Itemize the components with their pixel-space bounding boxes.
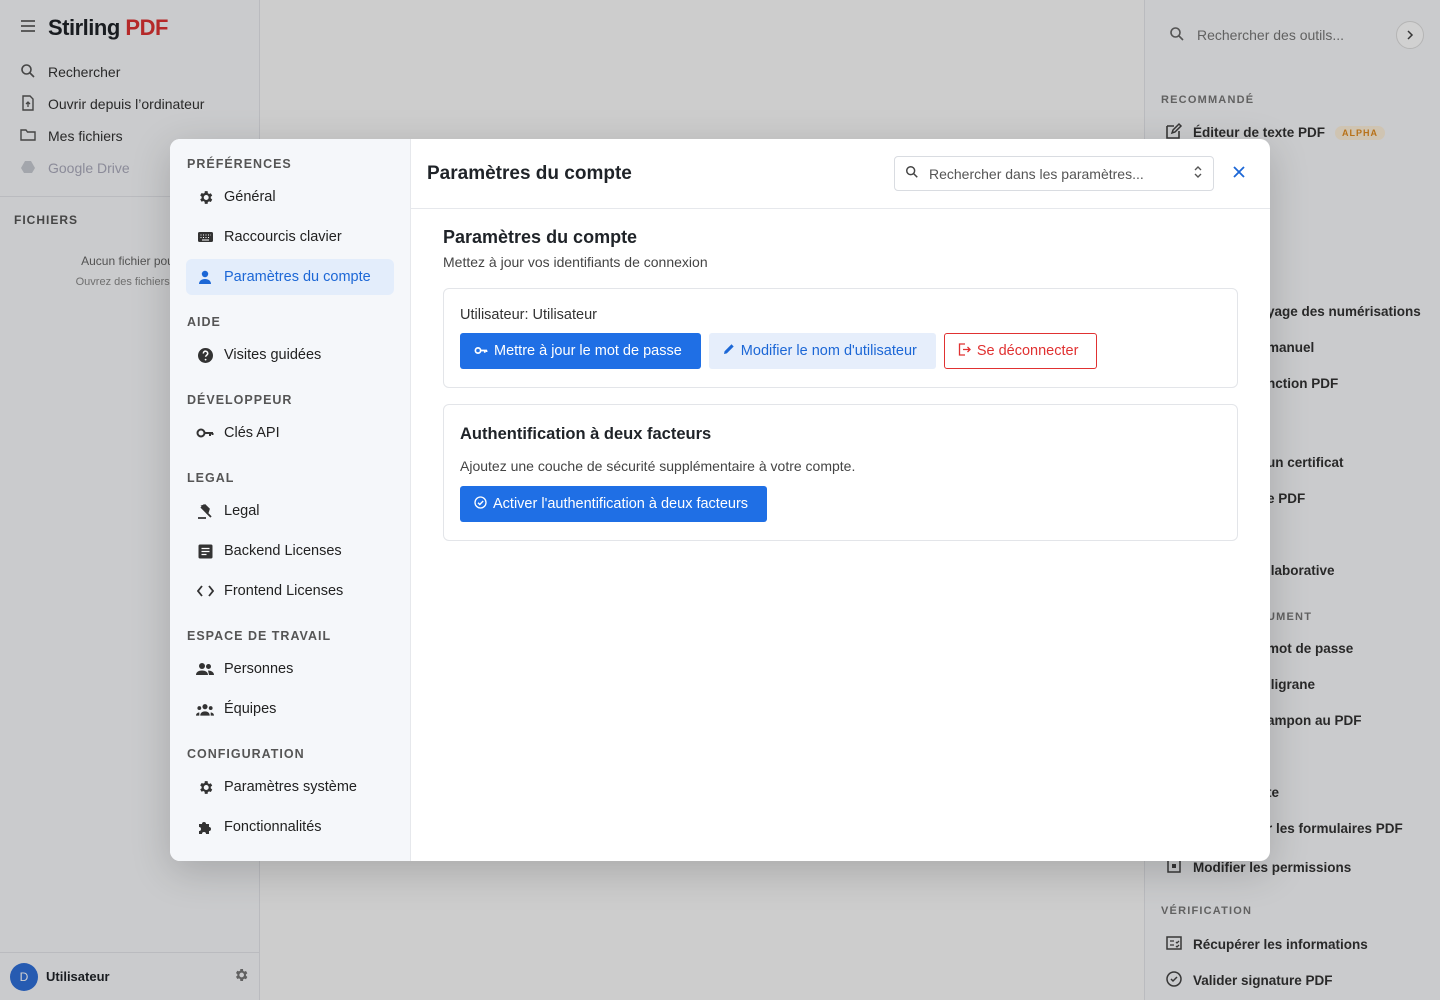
section-title-developer: DÉVELOPPEUR <box>187 393 293 407</box>
sidebar-item-label: Personnes <box>224 661 294 677</box>
section-heading: Paramètres du compte <box>443 227 638 247</box>
button-label: Mettre à jour le mot de passe <box>494 343 682 359</box>
account-settings-panel: Paramètres du compte Mettez à jour vos i… <box>411 209 1270 575</box>
groups-icon <box>196 700 214 718</box>
pencil-icon <box>723 343 735 359</box>
search-placeholder: Rechercher dans les paramètres... <box>929 165 1144 182</box>
account-card: Utilisateur: Utilisateur Mettre à jour l… <box>443 288 1238 388</box>
sidebar-item-label: Fonctionnalités <box>224 819 322 835</box>
chevron-updown-icon <box>1193 165 1203 182</box>
gear-icon <box>196 778 214 796</box>
settings-sidebar: PRÉFÉRENCES Général Raccourcis clavier P… <box>170 139 411 861</box>
sidebar-item-account-settings[interactable]: Paramètres du compte <box>186 259 394 295</box>
sidebar-item-label: Clés API <box>224 425 280 441</box>
keyboard-icon <box>196 228 214 246</box>
gear-icon <box>196 188 214 206</box>
close-button[interactable] <box>1228 163 1250 185</box>
gavel-icon <box>196 502 214 520</box>
button-label: Se déconnecter <box>976 343 1079 359</box>
section-title-preferences: PRÉFÉRENCES <box>187 157 292 171</box>
sidebar-item-label: Raccourcis clavier <box>224 229 342 245</box>
code-icon <box>196 582 214 600</box>
people-icon <box>196 660 214 678</box>
close-icon <box>1233 165 1245 183</box>
settings-modal: PRÉFÉRENCES Général Raccourcis clavier P… <box>170 139 1270 861</box>
sidebar-item-label: Paramètres du compte <box>224 269 371 285</box>
sidebar-item-label: Paramètres système <box>224 779 357 795</box>
username-label: Utilisateur: Utilisateur <box>460 307 597 323</box>
two-factor-description: Ajoutez une couche de sécurité supplémen… <box>460 458 856 474</box>
sidebar-item-api-keys[interactable]: Clés API <box>186 415 394 451</box>
sidebar-item-system-settings[interactable]: Paramètres système <box>186 769 394 805</box>
sidebar-item-label: Legal <box>224 503 260 519</box>
article-icon <box>196 542 214 560</box>
page-title: Paramètres du compte <box>427 162 632 184</box>
account-actions: Mettre à jour le mot de passe Modifier l… <box>460 333 1221 369</box>
two-factor-card: Authentification à deux facteurs Ajoutez… <box>443 404 1238 541</box>
sidebar-item-shortcuts[interactable]: Raccourcis clavier <box>186 219 394 255</box>
sidebar-item-label: Général <box>224 189 276 205</box>
two-factor-title: Authentification à deux facteurs <box>460 425 712 443</box>
settings-search-input[interactable]: Rechercher dans les paramètres... <box>894 156 1214 191</box>
modal-header: Paramètres du compte Rechercher dans les… <box>411 139 1270 209</box>
sidebar-item-backend-licenses[interactable]: Backend Licenses <box>186 533 394 569</box>
sidebar-item-legal[interactable]: Legal <box>186 493 394 529</box>
sidebar-item-label: Équipes <box>224 701 277 717</box>
person-icon <box>196 268 214 286</box>
sidebar-item-label: Frontend Licenses <box>224 583 344 599</box>
sidebar-item-people[interactable]: Personnes <box>186 651 394 687</box>
sidebar-item-label: Visites guidées <box>224 347 322 363</box>
sidebar-item-label: Backend Licenses <box>224 543 342 559</box>
sidebar-item-features[interactable]: Fonctionnalités <box>186 809 394 845</box>
enable-2fa-button[interactable]: Activer l'authentification à deux facteu… <box>460 486 768 522</box>
key-icon <box>196 424 214 442</box>
section-title-configuration: CONFIGURATION <box>187 747 305 761</box>
search-icon <box>905 165 919 182</box>
puzzle-icon <box>196 818 214 836</box>
button-label: Activer l'authentification à deux facteu… <box>493 496 749 512</box>
section-title-legal: LEGAL <box>187 471 235 485</box>
check-circle-icon <box>474 495 487 513</box>
sidebar-item-general[interactable]: Général <box>186 179 394 215</box>
logout-button[interactable]: Se déconnecter <box>943 333 1098 369</box>
section-title-help: AIDE <box>187 315 221 329</box>
sidebar-item-teams[interactable]: Équipes <box>186 691 394 727</box>
help-icon <box>196 346 214 364</box>
change-username-button[interactable]: Modifier le nom d'utilisateur <box>708 333 936 369</box>
button-label: Modifier le nom d'utilisateur <box>740 343 917 359</box>
settings-content: Paramètres du compte Rechercher dans les… <box>411 139 1270 861</box>
logout-icon <box>958 342 971 360</box>
section-description: Mettez à jour vos identifiants de connex… <box>443 254 708 270</box>
key-icon <box>474 343 488 359</box>
sidebar-item-guided-tours[interactable]: Visites guidées <box>186 337 394 373</box>
section-title-workspace: ESPACE DE TRAVAIL <box>187 629 332 643</box>
sidebar-item-frontend-licenses[interactable]: Frontend Licenses <box>186 573 394 609</box>
update-password-button[interactable]: Mettre à jour le mot de passe <box>460 333 701 369</box>
